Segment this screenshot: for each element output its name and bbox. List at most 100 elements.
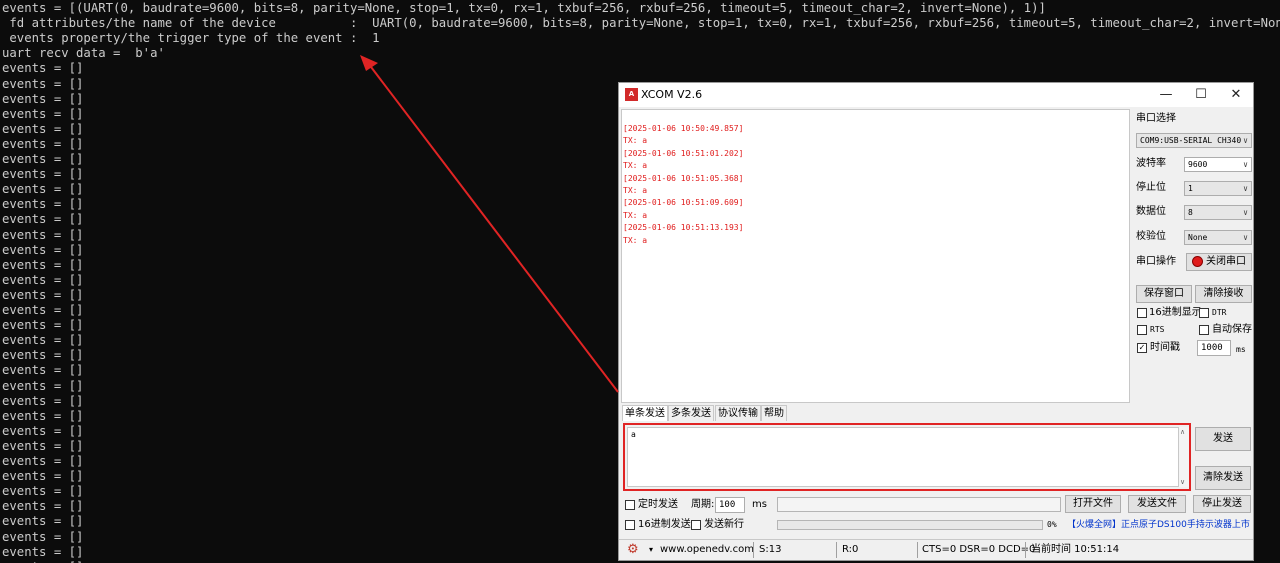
terminal-line: events = [] <box>2 212 84 227</box>
stop-bits-label: 停止位 <box>1136 182 1166 193</box>
status-bar: ⚙ ▾ www.openedv.com S:13 R:0 CTS=0 DSR=0… <box>619 539 1253 560</box>
terminal-line: events = [(UART(0, baudrate=9600, bits=8… <box>2 1 1046 15</box>
terminal-line: events = [] <box>2 499 84 514</box>
title-bar[interactable]: A XCOM V2.6 — ☐ ✕ <box>619 83 1253 107</box>
terminal-line: events = [] <box>2 393 84 408</box>
send-scrollbar[interactable]: ∧ ∨ <box>1179 427 1189 487</box>
hex-send-label: 16进制发送 <box>638 519 691 530</box>
receive-line: TX: a <box>623 161 648 171</box>
terminal-line: events = [] <box>2 272 84 287</box>
send-button[interactable]: 发送 <box>1195 427 1251 451</box>
sent-count: S:13 <box>759 544 782 555</box>
dtr-checkbox[interactable] <box>1199 308 1209 318</box>
auto-save-label: 自动保存 <box>1212 324 1252 335</box>
status-separator <box>753 542 754 558</box>
terminal-line: events = [] <box>2 61 84 76</box>
timed-send-checkbox[interactable] <box>625 500 635 510</box>
close-port-button[interactable]: 关闭串口 <box>1186 253 1252 271</box>
hex-send-checkbox[interactable] <box>625 520 635 530</box>
terminal-line: events = [] <box>2 529 84 544</box>
close-button[interactable]: ✕ <box>1219 83 1253 107</box>
port-select-label: 串口选择 <box>1136 113 1176 124</box>
auto-save-checkbox[interactable] <box>1199 325 1209 335</box>
terminal-line: events = [] <box>2 182 84 197</box>
rts-label: RTS <box>1150 325 1165 334</box>
terminal-line: events = [] <box>2 106 84 121</box>
minimize-button[interactable]: — <box>1149 83 1183 107</box>
terminal-line: uart recv data = b'a' <box>2 46 165 61</box>
receive-area[interactable]: [2025-01-06 10:50:49.857] TX: a [2025-01-0… <box>621 109 1130 403</box>
status-separator <box>1025 542 1026 558</box>
timed-send-label: 定时发送 <box>638 499 678 510</box>
status-separator <box>836 542 837 558</box>
parity-select[interactable]: None ∨ <box>1184 230 1252 245</box>
hex-display-checkbox[interactable] <box>1137 308 1147 318</box>
receive-line: TX: a <box>623 136 648 146</box>
timestamp-unit: ms <box>1236 345 1246 354</box>
baud-select[interactable]: 9600 ∨ <box>1184 157 1252 172</box>
terminal-line: events = [] <box>2 438 84 453</box>
terminal-line: events = [] <box>2 454 84 468</box>
tab-protocol[interactable]: 协议传输 <box>715 405 761 421</box>
receive-line: TX: a <box>623 210 648 220</box>
stop-bits-value: 1 <box>1188 184 1193 193</box>
receive-line: [2025-01-06 10:51:05.368] <box>623 173 744 183</box>
data-bits-select[interactable]: 8 ∨ <box>1184 205 1252 220</box>
send-newline-checkbox[interactable] <box>691 520 701 530</box>
rts-checkbox[interactable] <box>1137 325 1147 335</box>
file-path-field[interactable] <box>777 497 1061 512</box>
send-input[interactable]: a <box>627 427 1179 487</box>
terminal-line: events = [] <box>2 318 84 333</box>
terminal-line: events = [] <box>2 152 84 166</box>
tab-single-send[interactable]: 单条发送 <box>622 405 668 421</box>
terminal-line: events = [] <box>2 408 84 423</box>
open-file-button[interactable]: 打开文件 <box>1065 495 1121 513</box>
parity-value: None <box>1188 233 1208 242</box>
tab-help[interactable]: 帮助 <box>761 405 787 421</box>
period-input[interactable]: 100 <box>715 497 745 513</box>
stop-send-button[interactable]: 停止发送 <box>1193 495 1251 513</box>
terminal-line: events = [] <box>2 514 84 529</box>
receive-line: [2025-01-06 10:51:09.609] <box>623 198 744 208</box>
window-title: XCOM V2.6 <box>641 88 703 101</box>
dtr-label: DTR <box>1212 308 1227 317</box>
timestamp-checkbox[interactable]: ✓ <box>1137 343 1147 353</box>
send-progress-bar <box>777 520 1043 530</box>
current-time: 当前时间 10:51:14 <box>1031 544 1120 555</box>
progress-value: 0% <box>1047 520 1057 529</box>
data-bits-value: 8 <box>1188 208 1193 217</box>
port-select[interactable]: COM9:USB-SERIAL CH340 ∨ <box>1136 133 1252 148</box>
terminal-line: events = [] <box>2 197 84 212</box>
alientek-logo-icon: A <box>625 88 638 101</box>
terminal-line: events = [] <box>2 287 84 302</box>
settings-gear-icon[interactable]: ⚙ <box>627 540 639 560</box>
receive-line: [2025-01-06 10:51:13.193] <box>623 223 744 233</box>
timestamp-label: 时间戳 <box>1150 342 1180 353</box>
terminal-line: events = [] <box>2 544 84 559</box>
terminal-line: events = [] <box>2 76 84 91</box>
send-newline-label: 发送新行 <box>704 519 744 530</box>
send-file-button[interactable]: 发送文件 <box>1128 495 1186 513</box>
hex-display-label: 16进制显示 <box>1149 307 1202 318</box>
chevron-down-icon: ∨ <box>1243 160 1248 169</box>
terminal-line: fd attributes/the name of the device : U… <box>2 16 1280 31</box>
timestamp-interval-input[interactable]: 1000 <box>1197 340 1231 356</box>
terminal-line: events = [] <box>2 257 84 272</box>
port-status-icon <box>1192 255 1203 267</box>
website-url[interactable]: www.openedv.com <box>660 540 754 560</box>
tab-multi-send[interactable]: 多条发送 <box>668 405 714 421</box>
clear-send-button[interactable]: 清除发送 <box>1195 466 1251 490</box>
stop-bits-select[interactable]: 1 ∨ <box>1184 181 1252 196</box>
dropdown-arrow-icon[interactable]: ▾ <box>649 540 653 560</box>
xcom-window[interactable]: A XCOM V2.6 — ☐ ✕ [2025-01-06 10:50:49.8… <box>618 82 1254 561</box>
receive-line: [2025-01-06 10:51:01.202] <box>623 148 744 158</box>
scroll-up-icon[interactable]: ∧ <box>1180 428 1185 436</box>
scroll-down-icon[interactable]: ∨ <box>1180 478 1185 486</box>
save-window-button[interactable]: 保存窗口 <box>1136 285 1192 303</box>
chevron-down-icon: ∨ <box>1243 233 1248 242</box>
terminal-line: events property/the trigger type of the … <box>2 31 380 46</box>
line-status: CTS=0 DSR=0 DCD=0 <box>922 544 1036 555</box>
clear-receive-button[interactable]: 清除接收 <box>1195 285 1252 303</box>
maximize-button[interactable]: ☐ <box>1184 83 1218 107</box>
promo-link[interactable]: 【火爆全网】正点原子DS100手持示波器上市 <box>1067 518 1250 532</box>
